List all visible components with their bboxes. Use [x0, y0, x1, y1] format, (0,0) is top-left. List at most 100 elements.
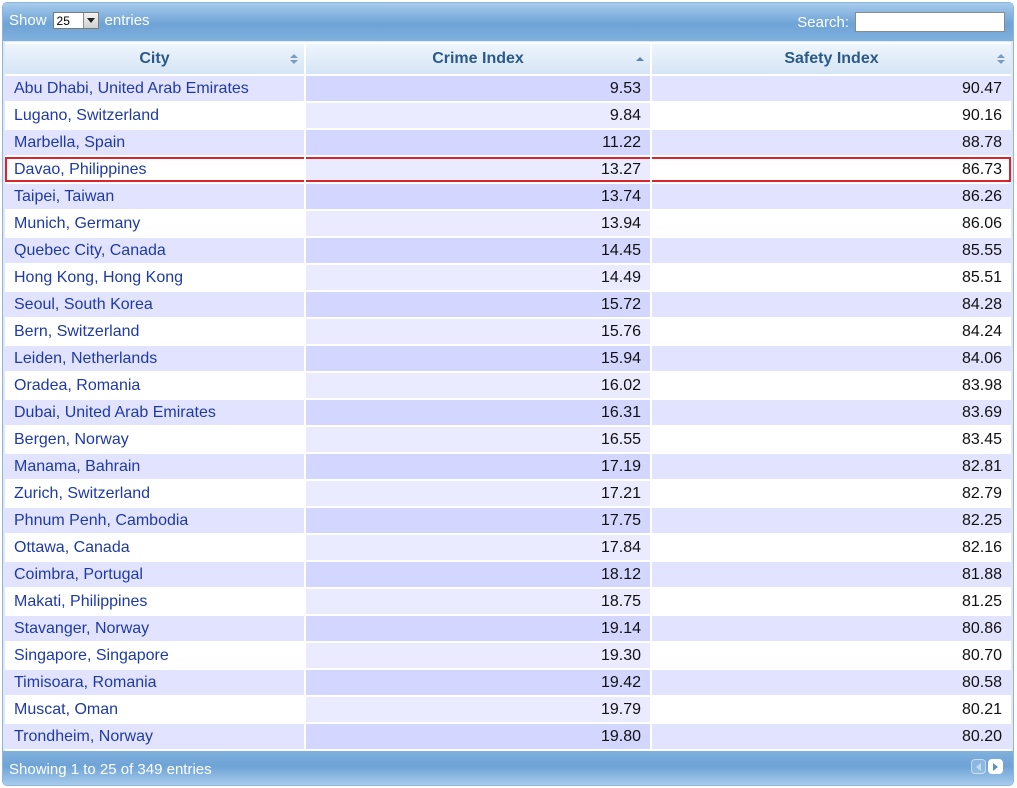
cell-city[interactable]: Seoul, South Korea	[5, 292, 306, 319]
table-row[interactable]: Oradea, Romania 16.02 83.98	[5, 373, 1011, 400]
cell-city[interactable]: Makati, Philippines	[5, 589, 306, 616]
show-label: Show	[9, 12, 47, 29]
cell-city[interactable]: Munich, Germany	[5, 211, 306, 238]
cell-city[interactable]: Muscat, Oman	[5, 697, 306, 724]
column-header-label: Safety Index	[784, 50, 879, 67]
cell-city[interactable]: Manama, Bahrain	[5, 454, 306, 481]
page-length-control: Show 25 entries	[9, 12, 150, 29]
cell-crime-index: 16.55	[306, 427, 652, 454]
column-header-crime-index[interactable]: Crime Index	[306, 42, 652, 76]
cell-city[interactable]: Timisoara, Romania	[5, 670, 306, 697]
table-row[interactable]: Trondheim, Norway 19.80 80.20	[5, 724, 1011, 751]
table-row[interactable]: Timisoara, Romania 19.42 80.58	[5, 670, 1011, 697]
cell-safety-index: 81.25	[652, 589, 1011, 616]
cell-safety-index: 90.16	[652, 103, 1011, 130]
column-header-city[interactable]: City	[5, 42, 306, 76]
column-header-safety-index[interactable]: Safety Index	[652, 42, 1011, 76]
table-footer: Showing 1 to 25 of 349 entries	[3, 751, 1013, 785]
table-row[interactable]: Zurich, Switzerland 17.21 82.79	[5, 481, 1011, 508]
table-row[interactable]: Leiden, Netherlands 15.94 84.06	[5, 346, 1011, 373]
cell-city[interactable]: Davao, Philippines	[5, 157, 306, 184]
table-row[interactable]: Stavanger, Norway 19.14 80.86	[5, 616, 1011, 643]
table-row[interactable]: Seoul, South Korea 15.72 84.28	[5, 292, 1011, 319]
table-info: Showing 1 to 25 of 349 entries	[9, 761, 212, 778]
cell-crime-index: 17.84	[306, 535, 652, 562]
cell-city[interactable]: Quebec City, Canada	[5, 238, 306, 265]
page-length-value: 25	[56, 13, 70, 28]
pagination	[971, 759, 1003, 774]
table-row[interactable]: Makati, Philippines 18.75 81.25	[5, 589, 1011, 616]
cell-crime-index: 14.49	[306, 265, 652, 292]
cell-crime-index: 13.27	[306, 157, 652, 184]
cell-safety-index: 85.55	[652, 238, 1011, 265]
table-row[interactable]: Coimbra, Portugal 18.12 81.88	[5, 562, 1011, 589]
table-row[interactable]: Dubai, United Arab Emirates 16.31 83.69	[5, 400, 1011, 427]
cell-city[interactable]: Lugano, Switzerland	[5, 103, 306, 130]
cell-crime-index: 9.53	[306, 76, 652, 103]
sort-both-icon	[997, 54, 1005, 64]
cell-city[interactable]: Bern, Switzerland	[5, 319, 306, 346]
cell-safety-index: 84.28	[652, 292, 1011, 319]
cell-city[interactable]: Coimbra, Portugal	[5, 562, 306, 589]
page-length-select[interactable]: 25	[52, 12, 99, 29]
cell-crime-index: 11.22	[306, 130, 652, 157]
cell-city[interactable]: Marbella, Spain	[5, 130, 306, 157]
cell-crime-index: 18.75	[306, 589, 652, 616]
cell-city[interactable]: Hong Kong, Hong Kong	[5, 265, 306, 292]
cell-city[interactable]: Dubai, United Arab Emirates	[5, 400, 306, 427]
cell-city[interactable]: Taipei, Taiwan	[5, 184, 306, 211]
cell-city[interactable]: Stavanger, Norway	[5, 616, 306, 643]
cell-safety-index: 84.06	[652, 346, 1011, 373]
cell-city[interactable]: Bergen, Norway	[5, 427, 306, 454]
cell-safety-index: 80.86	[652, 616, 1011, 643]
cell-safety-index: 81.88	[652, 562, 1011, 589]
previous-page-icon[interactable]	[971, 759, 986, 774]
cell-city[interactable]: Zurich, Switzerland	[5, 481, 306, 508]
cell-safety-index: 82.79	[652, 481, 1011, 508]
cell-safety-index: 83.98	[652, 373, 1011, 400]
table-row[interactable]: Lugano, Switzerland 9.84 90.16	[5, 103, 1011, 130]
cell-crime-index: 16.02	[306, 373, 652, 400]
table-row[interactable]: Munich, Germany 13.94 86.06	[5, 211, 1011, 238]
table-row[interactable]: Hong Kong, Hong Kong 14.49 85.51	[5, 265, 1011, 292]
table-row[interactable]: Bergen, Norway 16.55 83.45	[5, 427, 1011, 454]
cell-safety-index: 80.20	[652, 724, 1011, 751]
table-header-row: City Crime Index Safety Index	[5, 42, 1011, 76]
cell-safety-index: 82.16	[652, 535, 1011, 562]
table-row[interactable]: Muscat, Oman 19.79 80.21	[5, 697, 1011, 724]
cell-crime-index: 9.84	[306, 103, 652, 130]
cell-crime-index: 15.94	[306, 346, 652, 373]
cell-safety-index: 86.26	[652, 184, 1011, 211]
cell-safety-index: 83.69	[652, 400, 1011, 427]
cell-crime-index: 16.31	[306, 400, 652, 427]
table-row[interactable]: Abu Dhabi, United Arab Emirates 9.53 90.47	[5, 76, 1011, 103]
cell-safety-index: 84.24	[652, 319, 1011, 346]
cell-crime-index: 19.30	[306, 643, 652, 670]
cell-city[interactable]: Trondheim, Norway	[5, 724, 306, 751]
table-body: Abu Dhabi, United Arab Emirates 9.53 90.47…	[5, 76, 1011, 751]
table-row[interactable]: Davao, Philippines 13.27 86.73	[5, 157, 1011, 184]
cell-crime-index: 19.14	[306, 616, 652, 643]
search-input[interactable]	[855, 12, 1005, 32]
cell-city[interactable]: Singapore, Singapore	[5, 643, 306, 670]
table-row[interactable]: Manama, Bahrain 17.19 82.81	[5, 454, 1011, 481]
cell-city[interactable]: Leiden, Netherlands	[5, 346, 306, 373]
table-toolbar: Show 25 entries Search:	[3, 3, 1013, 41]
table-row[interactable]: Bern, Switzerland 15.76 84.24	[5, 319, 1011, 346]
table-row[interactable]: Marbella, Spain 11.22 88.78	[5, 130, 1011, 157]
cell-crime-index: 17.19	[306, 454, 652, 481]
cell-crime-index: 19.79	[306, 697, 652, 724]
table-row[interactable]: Taipei, Taiwan 13.74 86.26	[5, 184, 1011, 211]
table-row[interactable]: Ottawa, Canada 17.84 82.16	[5, 535, 1011, 562]
cell-city[interactable]: Phnum Penh, Cambodia	[5, 508, 306, 535]
cell-city[interactable]: Abu Dhabi, United Arab Emirates	[5, 76, 306, 103]
chevron-down-icon[interactable]	[82, 13, 98, 28]
table-row[interactable]: Singapore, Singapore 19.30 80.70	[5, 643, 1011, 670]
cell-crime-index: 15.76	[306, 319, 652, 346]
table-row[interactable]: Quebec City, Canada 14.45 85.55	[5, 238, 1011, 265]
table-row[interactable]: Phnum Penh, Cambodia 17.75 82.25	[5, 508, 1011, 535]
next-page-icon[interactable]	[988, 759, 1003, 774]
cell-city[interactable]: Ottawa, Canada	[5, 535, 306, 562]
cell-crime-index: 18.12	[306, 562, 652, 589]
cell-city[interactable]: Oradea, Romania	[5, 373, 306, 400]
